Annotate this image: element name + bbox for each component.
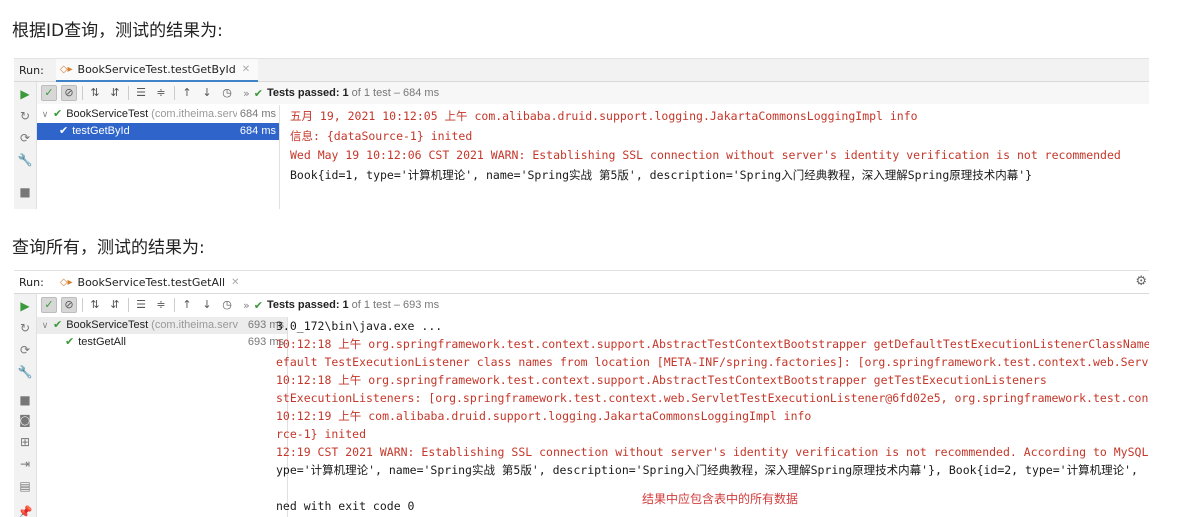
rerun-failed-icon[interactable]: ↻ — [17, 320, 33, 336]
history-icon[interactable]: ◷ — [219, 85, 235, 101]
caption-all: 查询所有，测试的结果为: — [12, 238, 205, 258]
console-line: 信息: {dataSource-1} inited — [290, 128, 473, 143]
passed-check-icon: ✔ — [53, 319, 63, 331]
show-ignored-icon[interactable]: ⊘ — [61, 85, 77, 101]
run-panel-testgetbyid: Run: ◇▸ BookServiceTest.testGetById ✕ ▶ … — [14, 58, 1149, 209]
toggle-autotest-icon[interactable]: ⟳ — [17, 130, 33, 146]
collapse-all-icon[interactable]: ≑ — [153, 297, 169, 313]
run-tab-testgetall[interactable]: ◇▸ BookServiceTest.testGetAll ✕ — [55, 271, 248, 293]
show-passed-icon[interactable]: ✓ — [41, 85, 57, 101]
rerun-icon[interactable]: ▶ — [17, 86, 33, 102]
console-line: 12:19 CST 2021 WARN: Establishing SSL co… — [276, 445, 1149, 459]
test-status: ✔ Tests passed: 1 of 1 test – 693 ms — [253, 298, 440, 312]
restore-layout-icon[interactable]: ⊞ — [17, 434, 33, 450]
console-line: rce-1} inited — [276, 427, 367, 441]
passed-check-icon: ✔ — [53, 108, 63, 120]
show-passed-icon[interactable]: ✓ — [41, 297, 57, 313]
run-label: Run: — [19, 63, 44, 77]
more-actions-icon[interactable]: » — [243, 87, 250, 100]
console-output[interactable]: 五月 19, 2021 10:12:05 上午 com.alibaba.drui… — [286, 105, 1149, 209]
console-line: 10:12:19 上午 com.alibaba.druid.support.lo… — [276, 409, 812, 423]
test-toolbar: ✓ ⊘ ⇅ ⇵ ☰ ≑ ↑ ↓ ◷ » ✔ Tests passed: 1 of… — [37, 82, 1149, 104]
passed-check-icon: ✔ — [59, 125, 69, 137]
tree-row-suite[interactable]: ∨ ✔ BookServiceTest (com.itheima.serv 69… — [37, 317, 287, 334]
test-toolbar: ✓ ⊘ ⇅ ⇵ ☰ ≑ ↑ ↓ ◷ » ✔ Tests passed: 1 of… — [37, 294, 1149, 316]
rerun-failed-icon[interactable]: ↻ — [17, 108, 33, 124]
print-icon[interactable]: ▤ — [17, 478, 33, 494]
camera-icon[interactable]: ◙ — [17, 412, 33, 428]
console-line: 五月 19, 2021 10:12:05 上午 com.alibaba.drui… — [290, 109, 918, 123]
test-config-icon: ◇▸ — [59, 276, 73, 288]
passed-check-icon: ✔ — [253, 86, 263, 100]
more-actions-icon[interactable]: » — [243, 299, 250, 312]
close-icon[interactable]: ✕ — [231, 277, 239, 288]
run-panel-testgetall: Run: ◇▸ BookServiceTest.testGetAll ✕ ⚙ ▶… — [14, 270, 1149, 517]
run-tab-bar: Run: ◇▸ BookServiceTest.testGetById ✕ — [14, 59, 1149, 82]
chevron-down-icon[interactable]: ∨ — [39, 317, 51, 334]
sort-duration-icon[interactable]: ⇵ — [107, 297, 123, 313]
run-tab-bar: Run: ◇▸ BookServiceTest.testGetAll ✕ ⚙ — [14, 271, 1149, 294]
annotation-note: 结果中应包含表中的所有数据 — [642, 492, 799, 506]
passed-check-icon: ✔ — [65, 336, 75, 348]
console-line: ned with exit code 0 — [276, 499, 415, 513]
sort-alpha-icon[interactable]: ⇅ — [87, 297, 103, 313]
prev-test-icon[interactable]: ↑ — [179, 297, 195, 313]
passed-check-icon: ✔ — [253, 298, 263, 312]
console-line: ype='计算机理论', name='Spring实战 第5版', descri… — [276, 463, 1138, 477]
console-line: efault TestExecutionListener class names… — [276, 355, 1149, 369]
run-tab-label: BookServiceTest.testGetAll — [77, 275, 226, 289]
expand-all-icon[interactable]: ☰ — [133, 297, 149, 313]
sort-duration-icon[interactable]: ⇵ — [107, 85, 123, 101]
rerun-icon[interactable]: ▶ — [17, 298, 33, 314]
tree-row-suite[interactable]: ∨ ✔ BookServiceTest (com.itheima.serv 68… — [37, 106, 279, 123]
run-label: Run: — [19, 275, 44, 289]
exit-icon[interactable]: ⇥ — [17, 456, 33, 472]
collapse-all-icon[interactable]: ≑ — [153, 85, 169, 101]
run-tab-testgetbyid[interactable]: ◇▸ BookServiceTest.testGetById ✕ — [55, 59, 259, 82]
history-icon[interactable]: ◷ — [219, 297, 235, 313]
pin-icon[interactable]: 📌 — [17, 504, 33, 517]
console-line: 3.0_172\bin\java.exe ... — [276, 319, 443, 333]
wrench-icon[interactable]: 🔧 — [17, 364, 33, 380]
console-line: Book{id=1, type='计算机理论', name='Spring实战 … — [290, 167, 1033, 182]
show-ignored-icon[interactable]: ⊘ — [61, 297, 77, 313]
test-status: ✔ Tests passed: 1 of 1 test – 684 ms — [253, 86, 440, 100]
test-tree: ∨ ✔ BookServiceTest (com.itheima.serv 69… — [37, 317, 288, 517]
next-test-icon[interactable]: ↓ — [199, 297, 215, 313]
gear-icon[interactable]: ⚙ — [1135, 274, 1147, 289]
test-tree: ∨ ✔ BookServiceTest (com.itheima.serv 68… — [37, 105, 280, 209]
chevron-down-icon[interactable]: ∨ — [39, 106, 51, 123]
console-line: Wed May 19 10:12:06 CST 2021 WARN: Estab… — [290, 148, 1121, 162]
tree-row-testgetall[interactable]: ✔ testGetAll 693 ms — [37, 334, 287, 351]
left-tool-strip: ▶ ↻ ⟳ 🔧 ■ ◙ ⊞ ⇥ ▤ 📌 — [14, 294, 37, 517]
console-line: stExecutionListeners: [org.springframewo… — [276, 391, 1149, 405]
toggle-autotest-icon[interactable]: ⟳ — [17, 342, 33, 358]
prev-test-icon[interactable]: ↑ — [179, 85, 195, 101]
stop-icon[interactable]: ■ — [17, 392, 33, 408]
run-tab-label: BookServiceTest.testGetById — [77, 62, 236, 76]
next-test-icon[interactable]: ↓ — [199, 85, 215, 101]
close-icon[interactable]: ✕ — [242, 64, 250, 75]
sort-alpha-icon[interactable]: ⇅ — [87, 85, 103, 101]
console-line: 10:12:18 上午 org.springframework.test.con… — [276, 373, 1047, 387]
console-output[interactable]: 3.0_172\bin\java.exe ... 10:12:18 上午 org.… — [272, 317, 1149, 517]
left-tool-strip: ▶ ↻ ⟳ 🔧 ■ — [14, 82, 37, 209]
caption-by-id: 根据ID查询，测试的结果为: — [12, 21, 223, 41]
wrench-icon[interactable]: 🔧 — [17, 152, 33, 168]
tree-row-testgetbyid[interactable]: ✔ testGetById 684 ms — [37, 123, 279, 140]
stop-icon[interactable]: ■ — [17, 184, 33, 200]
test-config-icon: ◇▸ — [59, 63, 73, 75]
expand-all-icon[interactable]: ☰ — [133, 85, 149, 101]
console-line: 10:12:18 上午 org.springframework.test.con… — [276, 337, 1149, 351]
